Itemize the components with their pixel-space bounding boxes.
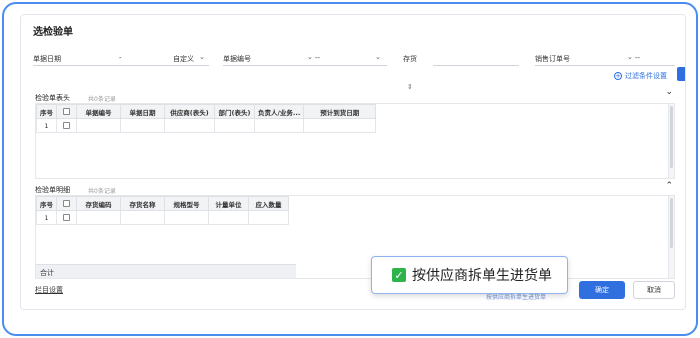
col-seq[interactable]: 序号 [36, 196, 57, 211]
checkbox-checked-icon[interactable]: ✓ [392, 268, 406, 282]
col-unit[interactable]: 计量单位 [208, 196, 249, 211]
chevron-down-icon[interactable]: ⌄ [199, 53, 205, 61]
col-department[interactable]: 部门(表头) [214, 104, 255, 119]
checkbox[interactable] [63, 200, 70, 207]
filter-date-separator: - [119, 54, 122, 62]
row-seq: 1 [36, 118, 57, 133]
dialog-title: 选检验单 [33, 27, 73, 38]
col-supplier[interactable]: 供应商(表头) [164, 104, 215, 119]
filter-row: 单据日期 - 自定义 ⌄ 单据编号 ⌄ -- ⌄ 存货 销售订单号 ⌄ -- [33, 51, 675, 67]
filter-inventory-label: 存货 [403, 55, 417, 63]
ok-button[interactable]: 确定 [579, 281, 625, 299]
detail-grid: 序号 存货编码 存货名称 规格型号 计量单位 应入数量 1 合计 [35, 195, 675, 279]
collapse-icon[interactable]: ⌄ [665, 87, 673, 97]
filter-sales-order[interactable]: 销售订单号 ⌄ -- [535, 51, 675, 67]
head-table: 序号 单据编号 单据日期 供应商(表头) 部门(表头) 负责人/业务... 预计… [36, 104, 377, 133]
detail-section-count: 共0条记录 [88, 187, 116, 195]
detail-section-title: 检验单明细 [35, 186, 70, 194]
col-seq[interactable]: 序号 [36, 104, 57, 119]
detail-table: 序号 存货编码 存货名称 规格型号 计量单位 应入数量 1 [36, 196, 289, 225]
outer-frame: 选检验单 单据日期 - 自定义 ⌄ 单据编号 ⌄ -- ⌄ 存货 销售订单号 ⌄… [2, 2, 698, 336]
filter-sales-order-value: -- [635, 54, 641, 62]
checkbox[interactable] [63, 122, 70, 129]
chevron-down-icon[interactable]: ⌄ [307, 53, 313, 61]
col-qty[interactable]: 应入数量 [248, 196, 289, 211]
filter-date-label: 单据日期 [33, 55, 61, 63]
detail-scrollbar[interactable] [668, 196, 674, 278]
filter-doc-no[interactable]: 单据编号 ⌄ -- ⌄ [223, 51, 387, 67]
filter-doc-no-value: -- [315, 54, 321, 62]
filter-settings-link[interactable]: + 过滤条件设置 [614, 71, 667, 81]
col-spec[interactable]: 规格型号 [164, 196, 209, 211]
total-row: 合计 [36, 264, 296, 278]
expand-icon[interactable]: ⌃ [665, 181, 673, 191]
chevron-down-icon[interactable]: ⌄ [375, 53, 381, 61]
table-row[interactable]: 1 [36, 118, 377, 133]
col-doc-no[interactable]: 单据编号 [76, 104, 121, 119]
col-inv-code[interactable]: 存货编码 [76, 196, 121, 211]
dialog: 选检验单 单据日期 - 自定义 ⌄ 单据编号 ⌄ -- ⌄ 存货 销售订单号 ⌄… [20, 14, 686, 310]
filter-doc-no-label: 单据编号 [223, 55, 251, 63]
col-select-all[interactable] [56, 104, 77, 119]
filter-inventory[interactable]: 存货 [403, 51, 519, 67]
column-settings-link[interactable]: 栏目设置 [35, 285, 63, 295]
col-expected-date[interactable]: 预计到货日期 [303, 104, 377, 119]
row-seq: 1 [36, 210, 57, 225]
col-select-all[interactable] [56, 196, 77, 211]
filter-sales-order-label: 销售订单号 [535, 55, 570, 63]
plus-circle-icon: + [614, 72, 622, 80]
cancel-button[interactable]: 取消 [633, 281, 675, 299]
table-row[interactable]: 1 [36, 210, 289, 225]
checkbox[interactable] [63, 108, 70, 115]
col-owner[interactable]: 负责人/业务... [253, 104, 305, 119]
drag-handle-icon[interactable]: ⇕ [407, 83, 413, 91]
total-label: 合计 [40, 269, 54, 277]
chevron-down-icon[interactable]: ⌄ [627, 53, 633, 61]
filter-date-mode[interactable]: 自定义 [173, 54, 194, 64]
checkbox[interactable] [63, 214, 70, 221]
callout-label: 按供应商拆单生进货单 [412, 268, 552, 284]
col-inv-name[interactable]: 存货名称 [120, 196, 165, 211]
head-scrollbar[interactable] [668, 104, 674, 178]
filter-date[interactable]: 单据日期 - 自定义 ⌄ [33, 51, 209, 67]
split-by-supplier-callout[interactable]: ✓ 按供应商拆单生进货单 [371, 256, 568, 294]
col-doc-date[interactable]: 单据日期 [120, 104, 165, 119]
head-section-title: 检验单表头 [35, 94, 70, 102]
side-tab[interactable] [677, 67, 685, 81]
head-section-count: 共0条记录 [88, 95, 116, 103]
head-grid: 序号 单据编号 单据日期 供应商(表头) 部门(表头) 负责人/业务... 预计… [35, 103, 675, 179]
filter-settings-label: 过滤条件设置 [625, 72, 667, 80]
